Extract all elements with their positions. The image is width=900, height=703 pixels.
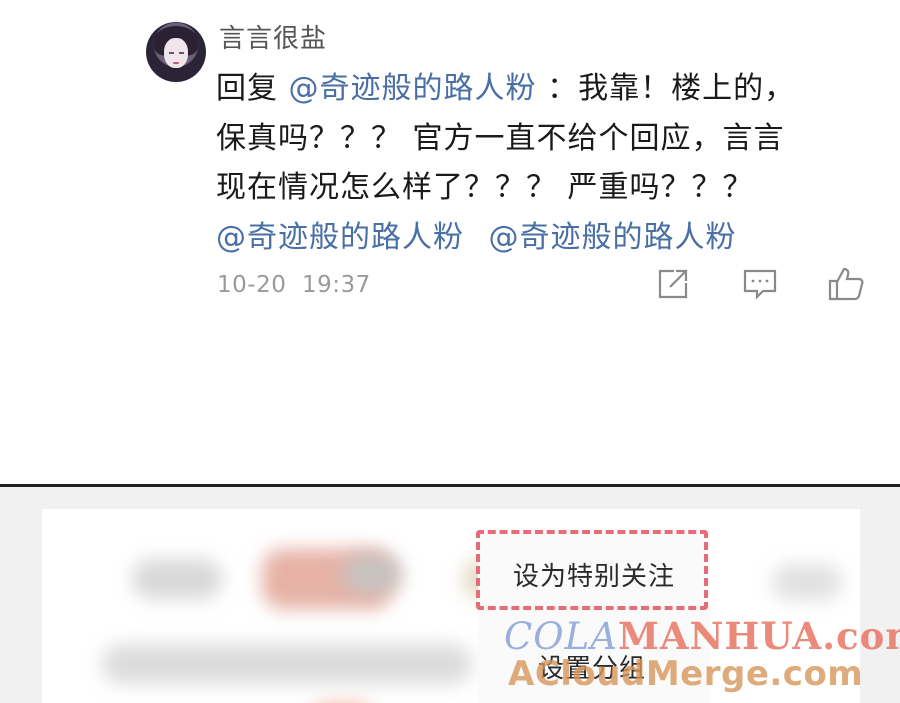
comment-icon[interactable] xyxy=(741,265,779,303)
mention-link[interactable]: @奇迹般的路人粉 xyxy=(489,220,737,255)
share-icon[interactable] xyxy=(654,265,692,303)
username[interactable]: 言言很盐 xyxy=(219,22,327,56)
menu-item-special-follow[interactable]: 设为特别关注 xyxy=(476,556,712,593)
blurred-shape xyxy=(772,564,842,600)
like-icon[interactable] xyxy=(827,265,865,303)
comment-body: 回复 @奇迹般的路人粉 ：我靠！楼上的， 保真吗？？？ 官方一直不给个回应，言言… xyxy=(216,64,836,262)
comment-line-1: 回复 @奇迹般的路人粉 ：我靠！楼上的， xyxy=(216,64,836,114)
reply-prefix: 回复 xyxy=(216,71,278,106)
comment-line-3: 现在情况怎么样了？？？ 严重吗？？？ xyxy=(216,170,754,205)
watermark-colamanhua: COLAMANHUA.com xyxy=(504,614,900,658)
avatar[interactable] xyxy=(146,22,206,82)
avatar-eye xyxy=(179,52,184,54)
mention-link[interactable]: @奇迹般的路人粉 xyxy=(216,220,464,255)
comment-line-4: @奇迹般的路人粉 @奇迹般的路人粉 xyxy=(216,213,836,263)
watermark-rest: MANHUA.com xyxy=(617,614,900,658)
comment-panel: 言言很盐 回复 @奇迹般的路人粉 ：我靠！楼上的， 保真吗？？？ 官方一直不给个… xyxy=(0,0,900,486)
comment-text: ：我靠！楼上的， xyxy=(547,71,796,106)
blurred-shape xyxy=(102,644,472,684)
comment-timestamp: 10-20 19:37 xyxy=(217,272,371,298)
avatar-eye xyxy=(169,52,174,54)
blurred-shape xyxy=(132,559,222,599)
watermark-acloudmerge: ACloudMerge.com xyxy=(508,654,864,694)
avatar-lips xyxy=(173,62,179,64)
mention-link[interactable]: @奇迹般的路人粉 xyxy=(289,71,537,106)
watermark-prefix: COLA xyxy=(504,615,618,658)
comment-line-2: 保真吗？？？ 官方一直不给个回应，言言 xyxy=(216,120,785,156)
blurred-shape xyxy=(342,554,402,594)
